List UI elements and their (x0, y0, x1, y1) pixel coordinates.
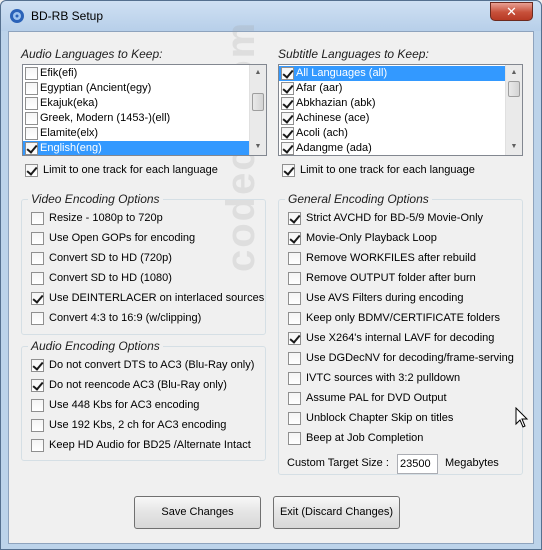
checkbox[interactable] (288, 352, 301, 365)
checkbox[interactable] (25, 82, 38, 95)
scrollbar[interactable]: ▲ ▼ (249, 65, 266, 155)
checkbox[interactable] (25, 97, 38, 110)
checkbox[interactable] (31, 379, 44, 392)
checkbox[interactable] (288, 252, 301, 265)
checkbox[interactable] (288, 292, 301, 305)
checkbox[interactable] (288, 412, 301, 425)
checkbox[interactable] (281, 142, 294, 155)
checkbox[interactable] (25, 127, 38, 140)
general-encoding-group: General Encoding Options Strict AVCHD fo… (278, 192, 523, 475)
scrollbar[interactable]: ▲ ▼ (505, 65, 522, 155)
audio-languages-list[interactable]: Efik(efi) Egyptian (Ancient(egy) Ekajuk(… (22, 64, 267, 156)
checkbox[interactable] (31, 272, 44, 285)
checkbox[interactable] (281, 82, 294, 95)
checkbox[interactable] (25, 67, 38, 80)
subtitle-languages-list[interactable]: All Languages (all) Afar (aar) Abkhazian… (278, 64, 523, 156)
setup-window: BD-RB Setup ✕ codecs.com Audio Languages… (0, 0, 542, 550)
list-item[interactable]: Acoli (ach) (279, 126, 522, 141)
checkbox[interactable] (25, 142, 38, 155)
window-title: BD-RB Setup (31, 9, 104, 23)
checkbox[interactable] (31, 292, 44, 305)
checkbox[interactable] (288, 392, 301, 405)
dialog-body: codecs.com Audio Languages to Keep: Efik… (8, 21, 534, 544)
audio-encoding-group: Audio Encoding Options Do not convert DT… (21, 339, 266, 461)
exit-discard-button[interactable]: Exit (Discard Changes) (273, 496, 400, 529)
subtitle-languages-label: Subtitle Languages to Keep: (278, 47, 429, 61)
checkbox[interactable] (288, 232, 301, 245)
video-encoding-group: Video Encoding Options Resize - 1080p to… (21, 192, 266, 335)
scroll-thumb[interactable] (508, 81, 520, 97)
list-item[interactable]: Efik(efi) (23, 66, 266, 81)
list-item[interactable]: Adangme (ada) (279, 141, 522, 155)
checkbox[interactable] (31, 232, 44, 245)
custom-target-unit: Megabytes (445, 457, 499, 469)
checkbox[interactable] (31, 252, 44, 265)
app-icon (10, 9, 24, 23)
checkbox[interactable] (282, 164, 295, 177)
custom-target-input[interactable]: 23500 (397, 454, 438, 474)
checkbox[interactable] (31, 439, 44, 452)
close-icon: ✕ (506, 4, 517, 19)
general-encoding-title: General Encoding Options (285, 192, 432, 206)
list-item[interactable]: Ekajuk(eka) (23, 96, 266, 111)
checkbox[interactable] (281, 127, 294, 140)
list-item-selected[interactable]: English(eng) (23, 141, 266, 155)
title-bar: BD-RB Setup ✕ (1, 1, 541, 31)
checkbox[interactable] (281, 112, 294, 125)
close-button[interactable]: ✕ (490, 2, 533, 21)
checkbox[interactable] (31, 419, 44, 432)
checkbox[interactable] (31, 312, 44, 325)
list-item-selected[interactable]: All Languages (all) (279, 66, 522, 81)
list-item[interactable]: Achinese (ace) (279, 111, 522, 126)
scroll-up-arrow-icon[interactable]: ▲ (506, 65, 522, 81)
audio-encoding-title: Audio Encoding Options (28, 339, 163, 353)
checkbox[interactable] (25, 164, 38, 177)
checkbox[interactable] (288, 332, 301, 345)
audio-languages-label: Audio Languages to Keep: (21, 47, 163, 61)
checkbox[interactable] (288, 312, 301, 325)
checkbox[interactable] (288, 272, 301, 285)
checkbox[interactable] (25, 112, 38, 125)
checkbox[interactable] (288, 372, 301, 385)
list-item[interactable]: Abkhazian (abk) (279, 96, 522, 111)
save-changes-button[interactable]: Save Changes (134, 496, 261, 529)
scroll-up-arrow-icon[interactable]: ▲ (250, 65, 266, 81)
scroll-down-arrow-icon[interactable]: ▼ (506, 139, 522, 155)
checkbox[interactable] (281, 97, 294, 110)
checkbox[interactable] (288, 212, 301, 225)
scroll-thumb[interactable] (252, 93, 264, 111)
checkbox[interactable] (31, 212, 44, 225)
checkbox[interactable] (288, 432, 301, 445)
scroll-down-arrow-icon[interactable]: ▼ (250, 139, 266, 155)
mouse-cursor-icon (515, 407, 529, 428)
video-encoding-title: Video Encoding Options (28, 192, 163, 206)
list-item[interactable]: Egyptian (Ancient(egy) (23, 81, 266, 96)
list-item[interactable]: Elamite(elx) (23, 126, 266, 141)
custom-target-label: Custom Target Size : (287, 457, 389, 469)
checkbox[interactable] (31, 359, 44, 372)
list-item[interactable]: Greek, Modern (1453-)(ell) (23, 111, 266, 126)
list-item[interactable]: Afar (aar) (279, 81, 522, 96)
checkbox[interactable] (281, 67, 294, 80)
checkbox[interactable] (31, 399, 44, 412)
